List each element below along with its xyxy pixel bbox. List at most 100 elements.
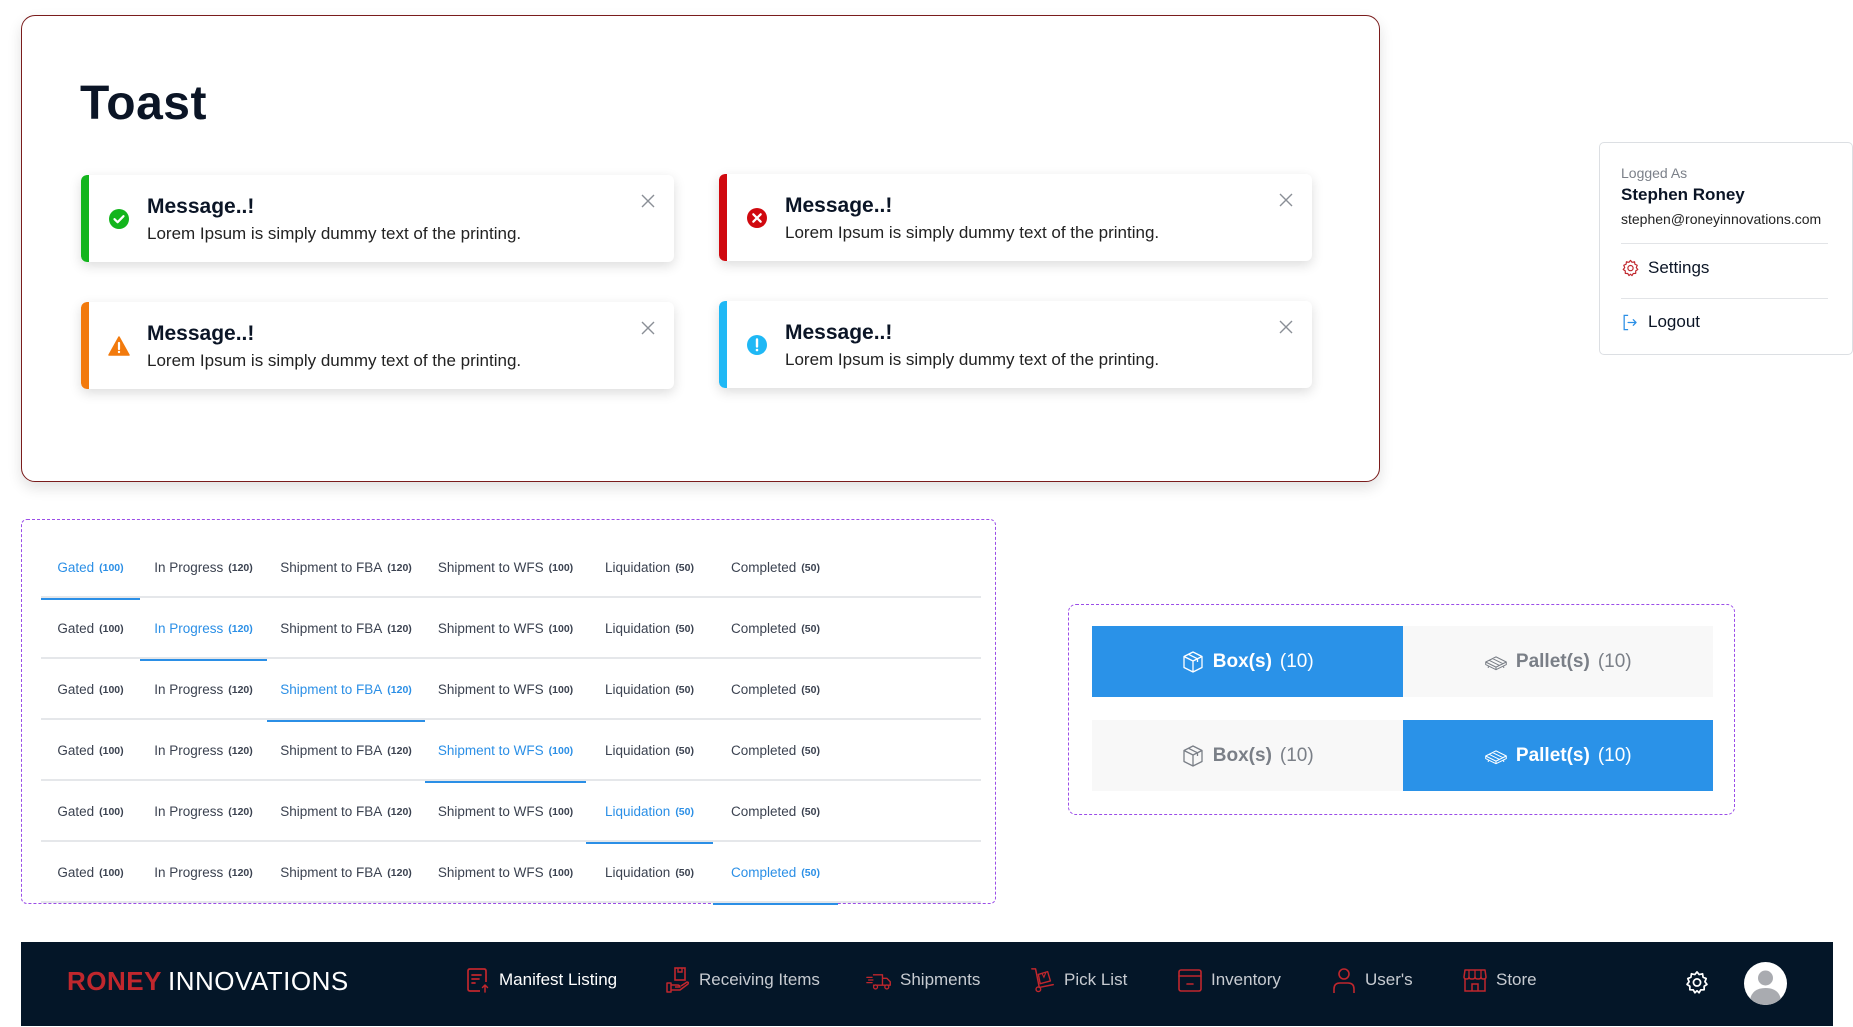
tabs-variants-frame: Gated (100) In Progress (120) Shipment to FB… bbox=[21, 519, 996, 905]
tab-label: Liquidation bbox=[605, 804, 671, 819]
toast-message: Lorem Ipsum is simply dummy text of the … bbox=[147, 224, 522, 243]
tab-shipment-to-wfs[interactable]: Shipment to WFS (100) bbox=[425, 659, 586, 720]
tab-in-progress[interactable]: In Progress (120) bbox=[140, 720, 267, 781]
tab-liquidation[interactable]: Liquidation (50) bbox=[586, 781, 713, 844]
close-icon[interactable] bbox=[1278, 192, 1294, 208]
tab-completed[interactable]: Completed (50) bbox=[713, 720, 838, 781]
tab-count: (100) bbox=[99, 561, 124, 574]
tab-label: Shipment to WFS bbox=[437, 865, 544, 880]
tab-count: (50) bbox=[801, 866, 820, 879]
tab-liquidation[interactable]: Liquidation (50) bbox=[586, 537, 713, 598]
tab-bar: Gated (100) In Progress (120) Shipment to FB… bbox=[41, 781, 981, 844]
tab-shipment-to-wfs[interactable]: Shipment to WFS (100) bbox=[425, 598, 586, 659]
tab-liquidation[interactable]: Liquidation (50) bbox=[586, 659, 713, 720]
tab-shipment-to-wfs[interactable]: Shipment to WFS (100) bbox=[425, 842, 586, 903]
settings-label: Settings bbox=[1648, 258, 1710, 277]
inventory-icon bbox=[1178, 969, 1202, 992]
tab-shipment-to-wfs[interactable]: Shipment to WFS (100) bbox=[425, 781, 586, 842]
tab-shipment-to-fba[interactable]: Shipment to FBA (120) bbox=[267, 842, 425, 903]
close-icon[interactable] bbox=[640, 320, 656, 336]
tab-completed[interactable]: Completed (50) bbox=[713, 598, 838, 659]
logout-menu-item[interactable]: Logout bbox=[1621, 312, 1700, 332]
pallet-count: (10) bbox=[1597, 650, 1632, 672]
nav-item-users[interactable]: User's bbox=[1331, 966, 1413, 994]
tab-shipment-to-fba[interactable]: Shipment to FBA (120) bbox=[267, 659, 425, 722]
toast-message: Lorem Ipsum is simply dummy text of the … bbox=[785, 223, 1160, 242]
divider bbox=[1621, 243, 1828, 244]
box-toggle-button[interactable]: Box(s) (10) bbox=[1092, 626, 1403, 697]
pallet-toggle-button[interactable]: Pallet(s) (10) bbox=[1402, 720, 1713, 791]
pallet-icon bbox=[1485, 655, 1507, 670]
logo-suffix-text: INNOVATIONS bbox=[167, 966, 349, 996]
pallet-toggle-button[interactable]: Pallet(s) (10) bbox=[1402, 626, 1713, 697]
tab-shipment-to-fba[interactable]: Shipment to FBA (120) bbox=[267, 781, 425, 842]
tab-label: Shipment to FBA bbox=[280, 865, 383, 880]
box-toggle-button[interactable]: Box(s) (10) bbox=[1092, 720, 1403, 791]
tab-count: (120) bbox=[387, 683, 412, 696]
tab-completed[interactable]: Completed (50) bbox=[713, 537, 838, 598]
nav-item-shipments[interactable]: Shipments bbox=[866, 966, 980, 994]
brand-logo[interactable]: RONEY INNOVATIONS bbox=[67, 966, 349, 997]
tab-in-progress[interactable]: In Progress (120) bbox=[140, 659, 267, 720]
box-label: Box(s) bbox=[1212, 650, 1272, 672]
settings-menu-item[interactable]: Settings bbox=[1621, 258, 1709, 278]
toast-accent-bar bbox=[81, 302, 89, 389]
nav-item-pick-list[interactable]: Pick List bbox=[1030, 966, 1127, 994]
toast-heading: Message..! bbox=[147, 322, 255, 345]
nav-label: Store bbox=[1496, 970, 1537, 989]
tab-gated[interactable]: Gated (100) bbox=[41, 659, 140, 720]
nav-item-receiving-items[interactable]: Receiving Items bbox=[665, 966, 820, 994]
tab-completed[interactable]: Completed (50) bbox=[713, 842, 838, 905]
logo-brand-text: RONEY bbox=[67, 966, 162, 996]
tab-label: Gated bbox=[57, 743, 95, 758]
x-circle-icon bbox=[747, 208, 767, 228]
tab-gated[interactable]: Gated (100) bbox=[41, 720, 140, 781]
tab-shipment-to-wfs[interactable]: Shipment to WFS (100) bbox=[425, 537, 586, 598]
tab-count: (120) bbox=[387, 744, 412, 757]
user-name: Stephen Roney bbox=[1621, 185, 1745, 204]
tab-shipment-to-fba[interactable]: Shipment to FBA (120) bbox=[267, 537, 425, 598]
tab-completed[interactable]: Completed (50) bbox=[713, 781, 838, 842]
nav-label: Manifest Listing bbox=[499, 970, 618, 989]
gear-icon[interactable] bbox=[1684, 970, 1710, 996]
toast-heading: Message..! bbox=[147, 195, 255, 218]
info-circle-icon bbox=[747, 335, 767, 355]
close-icon[interactable] bbox=[1278, 319, 1294, 335]
tab-shipment-to-wfs[interactable]: Shipment to WFS (100) bbox=[425, 720, 586, 783]
nav-item-inventory[interactable]: Inventory bbox=[1177, 966, 1281, 994]
nav-item-store[interactable]: Store bbox=[1462, 966, 1537, 994]
tab-count: (50) bbox=[801, 622, 820, 635]
tab-shipment-to-fba[interactable]: Shipment to FBA (120) bbox=[267, 598, 425, 659]
tab-in-progress[interactable]: In Progress (120) bbox=[140, 598, 267, 661]
tab-gated[interactable]: Gated (100) bbox=[41, 781, 140, 842]
tab-gated[interactable]: Gated (100) bbox=[41, 598, 140, 659]
logged-as-label: Logged As bbox=[1621, 165, 1688, 181]
tab-completed[interactable]: Completed (50) bbox=[713, 659, 838, 720]
tab-liquidation[interactable]: Liquidation (50) bbox=[586, 720, 713, 781]
nav-item-manifest-listing[interactable]: Manifest Listing bbox=[465, 966, 617, 994]
close-icon[interactable] bbox=[640, 193, 656, 209]
tab-liquidation[interactable]: Liquidation (50) bbox=[586, 842, 713, 903]
tab-shipment-to-fba[interactable]: Shipment to FBA (120) bbox=[267, 720, 425, 781]
tab-in-progress[interactable]: In Progress (120) bbox=[140, 781, 267, 842]
tab-liquidation[interactable]: Liquidation (50) bbox=[586, 598, 713, 659]
tab-in-progress[interactable]: In Progress (120) bbox=[140, 842, 267, 903]
tab-count: (50) bbox=[675, 683, 694, 696]
pallet-count: (10) bbox=[1597, 744, 1632, 766]
tab-gated[interactable]: Gated (100) bbox=[41, 537, 140, 600]
tab-in-progress[interactable]: In Progress (120) bbox=[140, 537, 267, 598]
top-navbar: RONEY INNOVATIONS Manifest Listing Recei… bbox=[21, 942, 1833, 1026]
tab-gated[interactable]: Gated (100) bbox=[41, 842, 140, 903]
divider bbox=[1621, 298, 1828, 299]
tab-label: Shipment to WFS bbox=[437, 621, 544, 636]
nav-label: Shipments bbox=[900, 970, 981, 989]
tab-label: In Progress bbox=[154, 560, 224, 575]
tab-count: (100) bbox=[99, 683, 124, 696]
pallet-label: Pallet(s) bbox=[1515, 744, 1590, 766]
tab-label: Shipment to FBA bbox=[280, 621, 383, 636]
nav-label: Inventory bbox=[1211, 970, 1281, 989]
toast-accent-bar bbox=[719, 174, 727, 261]
tab-label: Liquidation bbox=[605, 560, 671, 575]
avatar[interactable] bbox=[1744, 962, 1787, 1005]
box-count: (10) bbox=[1279, 650, 1314, 672]
